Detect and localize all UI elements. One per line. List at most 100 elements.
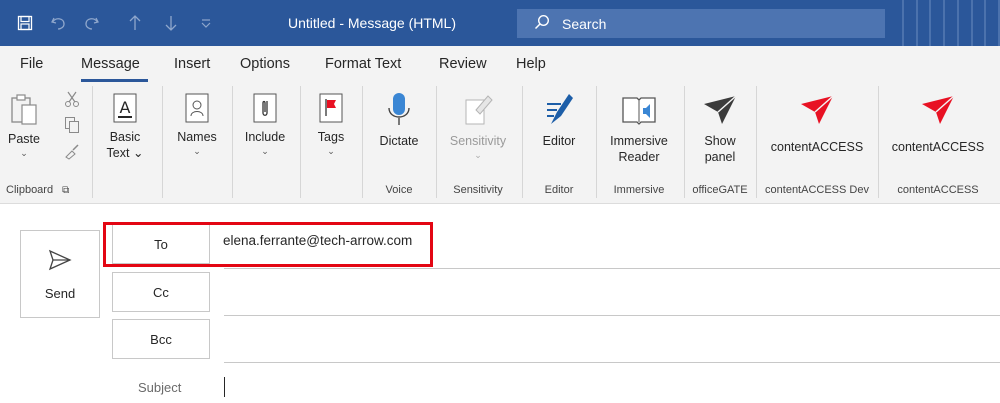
group-label-contentaccess-dev: contentACCESS Dev [765, 184, 869, 196]
send-button[interactable]: Send [20, 230, 100, 318]
redo-icon[interactable] [80, 0, 102, 46]
sensitivity-icon [440, 90, 516, 133]
contentaccess-label: contentACCESS [891, 140, 985, 154]
contentaccess-button[interactable]: contentACCESS [880, 90, 996, 155]
names-label: Names [177, 130, 217, 144]
send-label: Send [44, 286, 76, 301]
search-icon [534, 14, 550, 33]
group-label-editor: Editor [544, 184, 574, 196]
contentaccess-logo-icon [880, 90, 996, 133]
tags-label: Tags [317, 130, 345, 144]
sensitivity-button[interactable]: Sensitivity ⌄ [440, 90, 516, 161]
group-label-voice: Voice [385, 184, 413, 196]
show-panel-label: Show [704, 134, 736, 148]
chevron-down-icon: ⌄ [474, 150, 482, 160]
officegate-logo-icon [686, 90, 754, 133]
contentaccess-dev-label: contentACCESS [770, 140, 864, 154]
title-bar: Untitled - Message (HTML) Search [0, 0, 1000, 46]
cut-button[interactable] [62, 90, 82, 111]
group-separator [300, 86, 301, 198]
immersive-label: Immersive [610, 134, 668, 148]
tab-message[interactable]: Message [81, 56, 140, 72]
names-button[interactable]: Names ⌄ [170, 92, 224, 157]
down-arrow-icon[interactable] [162, 0, 180, 46]
format-painter-button[interactable] [62, 142, 82, 163]
customize-qat-icon[interactable] [197, 0, 215, 46]
tab-help[interactable]: Help [516, 56, 546, 72]
group-label-contentaccess: contentACCESS [897, 184, 979, 196]
show-panel-label-2: panel [704, 150, 736, 164]
tab-file[interactable]: File [20, 56, 43, 72]
group-separator [596, 86, 597, 198]
to-field-underline [224, 268, 1000, 269]
search-box[interactable]: Search [517, 9, 885, 38]
font-color-icon: A [100, 92, 150, 129]
up-arrow-icon[interactable] [126, 0, 144, 46]
cc-field[interactable] [224, 315, 1000, 316]
cc-button[interactable]: Cc [112, 272, 210, 312]
group-label-sensitivity: Sensitivity [453, 184, 503, 196]
search-placeholder: Search [562, 15, 607, 32]
include-button[interactable]: Include ⌄ [238, 92, 292, 157]
show-panel-button[interactable]: Show panel [686, 90, 754, 165]
subject-field[interactable] [224, 377, 225, 397]
group-separator [362, 86, 363, 198]
chevron-down-icon: ⌄ [20, 148, 28, 158]
group-separator [522, 86, 523, 198]
dictate-label: Dictate [379, 134, 419, 148]
save-icon[interactable] [14, 0, 36, 46]
format-painter-icon [62, 142, 82, 163]
editor-icon [528, 90, 590, 133]
group-separator [162, 86, 163, 198]
chevron-down-icon: ⌄ [261, 146, 269, 156]
bcc-label: Bcc [150, 331, 172, 347]
group-separator [878, 86, 879, 198]
tab-review[interactable]: Review [439, 56, 487, 72]
subject-label: Subject [138, 380, 182, 395]
paste-icon [4, 92, 44, 131]
paste-button[interactable]: Paste ⌄ [4, 92, 44, 159]
dictate-button[interactable]: Dictate [368, 90, 430, 149]
immersive-reader-button[interactable]: Immersive Reader [600, 90, 678, 165]
group-label-clipboard: Clipboard ⧉ [6, 184, 70, 196]
basic-text-button[interactable]: A Basic Text ⌄ [100, 92, 150, 161]
chevron-down-icon: ⌄ [193, 146, 201, 156]
bcc-button[interactable]: Bcc [112, 319, 210, 359]
group-label-officegate: officeGATE [692, 184, 748, 196]
paste-label: Paste [8, 132, 40, 146]
editor-button[interactable]: Editor [528, 90, 590, 149]
tab-options[interactable]: Options [240, 56, 290, 72]
microphone-icon [368, 90, 430, 133]
ribbon-tabs: File Message Insert Options Format Text … [0, 46, 1000, 82]
immersive-reader-icon [600, 90, 678, 133]
copy-button[interactable] [62, 116, 82, 137]
group-separator [92, 86, 93, 198]
chevron-down-icon: ⌄ [327, 146, 335, 156]
dialog-launcher-icon[interactable]: ⧉ [62, 185, 69, 196]
basic-text-label: Basic [109, 130, 141, 144]
flag-icon [306, 92, 356, 129]
undo-icon[interactable] [48, 0, 70, 46]
tab-insert[interactable]: Insert [174, 56, 210, 72]
cut-icon [62, 90, 82, 111]
group-separator [436, 86, 437, 198]
group-separator [756, 86, 757, 198]
contentaccess-logo-icon [758, 90, 876, 133]
cc-label: Cc [153, 284, 169, 300]
group-separator [684, 86, 685, 198]
svg-text:A: A [120, 98, 131, 117]
editor-label: Editor [542, 134, 576, 148]
to-field-highlight [103, 222, 433, 267]
attach-icon [238, 92, 292, 129]
window-title: Untitled - Message (HTML) [287, 15, 457, 31]
ribbon: Paste ⌄ Clipboard ⧉ A Basic Text ⌄ Names [0, 82, 1000, 204]
contentaccess-dev-button[interactable]: contentACCESS [758, 90, 876, 155]
basic-text-label-2: Text ⌄ [106, 146, 144, 160]
tab-format-text[interactable]: Format Text [325, 56, 401, 72]
tags-button[interactable]: Tags ⌄ [306, 92, 356, 157]
title-decoration [890, 0, 1000, 46]
sensitivity-label: Sensitivity [449, 134, 507, 148]
group-separator [232, 86, 233, 198]
group-label-immersive: Immersive [613, 184, 665, 196]
bcc-field[interactable] [224, 362, 1000, 363]
